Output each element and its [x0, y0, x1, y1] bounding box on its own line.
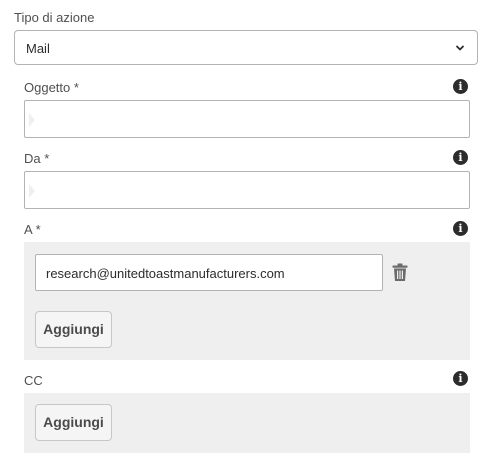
cc-add-button[interactable]: Aggiungi — [35, 404, 112, 441]
subject-input[interactable] — [24, 100, 470, 138]
trash-icon[interactable] — [392, 263, 408, 282]
subject-label: Oggetto * — [24, 80, 79, 95]
action-type-select[interactable]: Mail — [14, 30, 478, 65]
input-caret — [29, 184, 35, 198]
info-icon[interactable]: i — [453, 221, 468, 236]
info-icon[interactable]: i — [453, 371, 468, 386]
action-type-value: Mail — [26, 41, 50, 56]
from-input[interactable] — [24, 171, 470, 209]
input-caret — [29, 113, 35, 127]
action-type-label: Tipo di azione — [14, 10, 95, 25]
from-label: Da * — [24, 151, 50, 166]
cc-label: CC — [24, 373, 43, 388]
chevron-down-icon — [456, 45, 464, 51]
info-icon[interactable]: i — [453, 79, 468, 94]
info-icon[interactable]: i — [453, 150, 468, 165]
to-add-button[interactable]: Aggiungi — [35, 311, 112, 348]
to-recipient-field[interactable]: research@unitedtoastmanufacturers.com — [35, 254, 383, 291]
to-label: A * — [24, 222, 41, 237]
to-recipient-value: research@unitedtoastmanufacturers.com — [46, 266, 285, 281]
